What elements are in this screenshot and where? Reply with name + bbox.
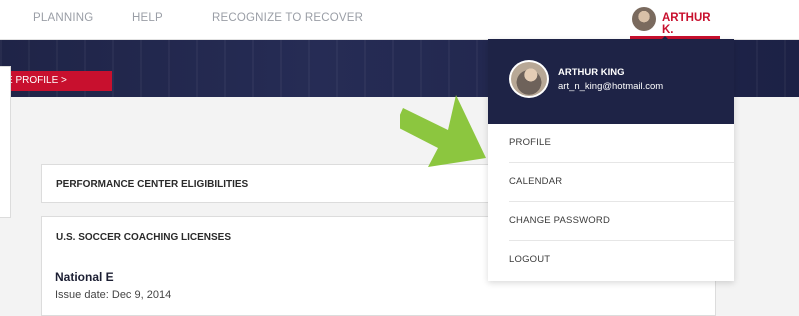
user-dropdown: ARTHUR KING art_n_king@hotmail.com PROFI… [488, 39, 734, 281]
left-card [0, 66, 11, 218]
menu-item-logout[interactable]: LOGOUT [509, 241, 734, 280]
eligibilities-title: PERFORMANCE CENTER ELIGIBILITIES [56, 179, 249, 190]
menu-item-change-password[interactable]: CHANGE PASSWORD [509, 202, 734, 241]
menu-item-profile[interactable]: PROFILE [509, 124, 734, 163]
arrow-icon [400, 95, 486, 167]
dropdown-user-name: ARTHUR KING [558, 67, 625, 78]
nav-recognize-link[interactable]: RECOGNIZE TO RECOVER [212, 12, 363, 24]
avatar [632, 7, 656, 31]
nav-help-link[interactable]: HELP [132, 12, 163, 24]
user-menu-trigger[interactable]: ARTHUR K. [630, 0, 720, 39]
top-nav: PLANNING HELP RECOGNIZE TO RECOVER ARTHU… [0, 0, 799, 40]
license-issue-date: Issue date: Dec 9, 2014 [55, 289, 172, 301]
menu-item-label: PROFILE [509, 137, 552, 148]
licenses-title: U.S. SOCCER COACHING LICENSES [56, 232, 232, 243]
edit-profile-button[interactable]: E PROFILE > [0, 71, 112, 91]
dropdown-user-email: art_n_king@hotmail.com [558, 81, 664, 92]
user-avatar [509, 60, 549, 98]
menu-item-label: CALENDAR [509, 176, 563, 187]
user-short-name: ARTHUR K. [662, 12, 711, 36]
dropdown-header: ARTHUR KING art_n_king@hotmail.com [488, 39, 734, 124]
menu-item-label: LOGOUT [509, 254, 551, 265]
nav-planning-link[interactable]: PLANNING [33, 12, 93, 24]
license-name: National E [55, 270, 114, 284]
menu-item-calendar[interactable]: CALENDAR [509, 163, 734, 202]
menu-item-label: CHANGE PASSWORD [509, 215, 611, 226]
